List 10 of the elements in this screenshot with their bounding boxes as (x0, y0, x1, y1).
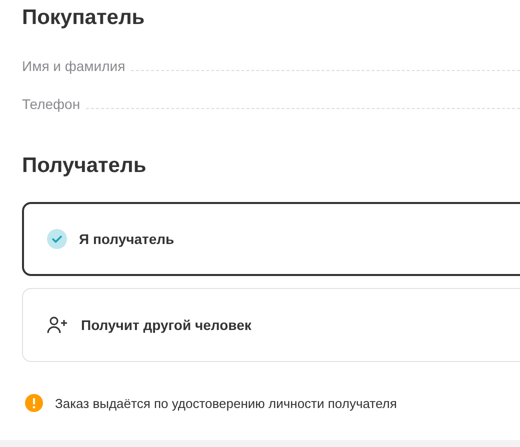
field-label: Телефон (22, 95, 80, 114)
section-title: Получатель (22, 153, 148, 179)
warning-icon (25, 394, 43, 412)
option-card[interactable]: Я получатель (22, 202, 520, 276)
add-person-icon (47, 316, 69, 334)
section-title: Покупатель (22, 5, 146, 31)
note-text: Заказ выдаётся по удостоверению личности получателя (55, 396, 397, 410)
field-label: Имя и фамилия (22, 57, 126, 76)
check-icon (47, 229, 67, 249)
option-card[interactable]: Получит другой человек (22, 288, 520, 362)
